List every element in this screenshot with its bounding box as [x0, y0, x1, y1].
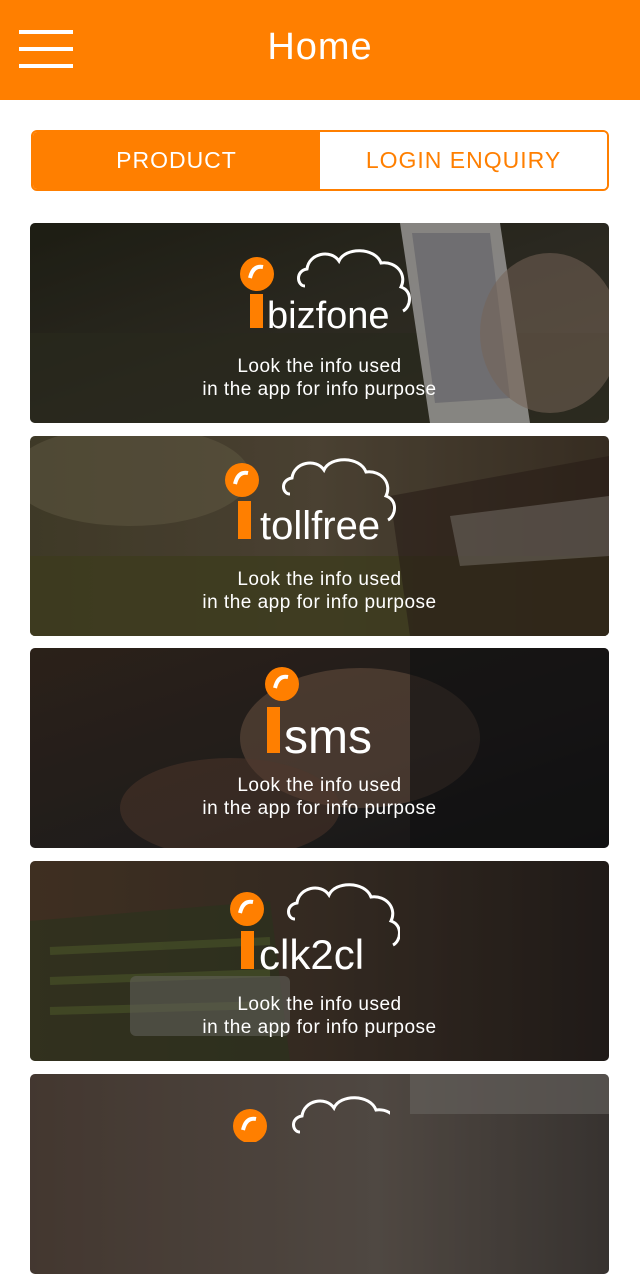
product-card-bizfone[interactable]: bizfone Look the info used in the app fo… [30, 223, 609, 423]
page-title: Home [267, 26, 373, 68]
product-card-partial[interactable] [30, 1074, 609, 1274]
tollfree-logo: tollfree [225, 458, 396, 546]
card-description: Look the info used in the app for info p… [30, 774, 609, 820]
card-description-line: Look the info used [237, 775, 402, 796]
product-name: tollfree [260, 504, 380, 546]
product-card-tollfree[interactable]: tollfree Look the info used in the app f… [30, 436, 609, 636]
product-card-sms[interactable]: sms Look the info used in the app for in… [30, 648, 609, 848]
card-description-line: Look the info used [237, 994, 402, 1015]
product-name: clk2cl [259, 931, 364, 974]
tab-login-enquiry[interactable]: LOGIN ENQUIRY [320, 132, 607, 189]
card-description-line: in the app for info purpose [202, 1017, 437, 1038]
product-card-clk2cl[interactable]: clk2cl Look the info used in the app for… [30, 861, 609, 1061]
clk2cl-logo: clk2cl [230, 883, 400, 974]
card-description-line: in the app for info purpose [202, 798, 437, 819]
product-name: sms [284, 711, 372, 759]
app-header: Home [0, 0, 640, 100]
card-description-line: Look the info used [237, 356, 402, 377]
sms-logo: sms [265, 667, 372, 759]
card-description: Look the info used in the app for info p… [30, 993, 609, 1039]
card-description-line: in the app for info purpose [202, 379, 437, 400]
bizfone-logo: bizfone [240, 249, 411, 336]
product-logo [233, 1096, 390, 1142]
card-description: Look the info used in the app for info p… [30, 568, 609, 614]
card-description-line: in the app for info purpose [202, 592, 437, 613]
tab-product[interactable]: PRODUCT [33, 132, 320, 189]
product-name: bizfone [267, 295, 390, 336]
card-description-line: Look the info used [237, 569, 402, 590]
card-description: Look the info used in the app for info p… [30, 355, 609, 401]
segmented-tabs: PRODUCT LOGIN ENQUIRY [31, 130, 609, 191]
